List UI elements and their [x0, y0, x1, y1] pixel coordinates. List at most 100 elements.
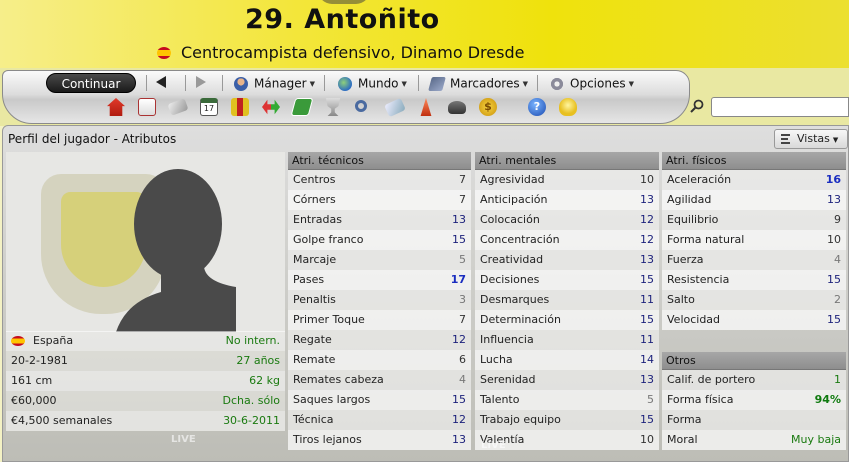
- attribute-row[interactable]: Talento 5: [475, 390, 659, 410]
- attribute-name: Penaltis: [293, 293, 336, 306]
- search-players-icon[interactable]: [355, 100, 367, 112]
- attribute-name: Agresividad: [480, 173, 545, 186]
- attribute-row[interactable]: Centros 7: [288, 170, 471, 190]
- attribute-name: Pases: [293, 273, 325, 286]
- attribute-row[interactable]: Agilidad 13: [662, 190, 846, 210]
- attribute-row[interactable]: Córners 7: [288, 190, 471, 210]
- chevron-down-icon: ▼: [309, 79, 315, 88]
- attribute-value: 94%: [814, 393, 841, 406]
- forward-arrow-icon[interactable]: [196, 76, 206, 88]
- attribute-value: 13: [827, 193, 841, 206]
- attribute-value: 7: [459, 313, 466, 326]
- attribute-row[interactable]: Saques largos 15: [288, 390, 471, 410]
- attribute-row[interactable]: Determinación 15: [475, 310, 659, 330]
- tip-icon[interactable]: [559, 98, 577, 116]
- attribute-row[interactable]: Técnica 12: [288, 410, 471, 430]
- other-attributes: Otros Calif. de portero 1 Forma física 94% F…: [662, 352, 846, 450]
- attribute-row[interactable]: Forma física 94%: [662, 390, 846, 410]
- menu-bookmarks[interactable]: Marcadores ▼: [428, 76, 528, 91]
- attribute-row[interactable]: Velocidad 15: [662, 310, 846, 330]
- attribute-row[interactable]: Concentración 12: [475, 230, 659, 250]
- attribute-name: Remate: [293, 353, 336, 366]
- technical-header: Atri. técnicos: [288, 152, 471, 170]
- attribute-row[interactable]: Forma natural 10: [662, 230, 846, 250]
- continue-button[interactable]: Continuar: [46, 73, 136, 93]
- attribute-value: 3: [459, 293, 466, 306]
- attribute-row[interactable]: Colocación 12: [475, 210, 659, 230]
- attribute-name: Remates cabeza: [293, 373, 384, 386]
- search-input[interactable]: [711, 97, 849, 117]
- attribute-row[interactable]: Anticipación 13: [475, 190, 659, 210]
- attribute-row[interactable]: Trabajo equipo 15: [475, 410, 659, 430]
- attribute-value: 15: [452, 393, 466, 406]
- player-profile-panel: Perfil del jugador - Atributos Vistas ▼ E…: [2, 125, 849, 462]
- attribute-name: Influencia: [480, 333, 534, 346]
- squad-icon[interactable]: [231, 98, 249, 116]
- attribute-value: 15: [640, 273, 654, 286]
- attribute-value: 7: [459, 173, 466, 186]
- attribute-name: Velocidad: [667, 313, 721, 326]
- attribute-value: 12: [452, 413, 466, 426]
- attribute-row[interactable]: Fuerza 4: [662, 250, 846, 270]
- search-icon[interactable]: [690, 99, 704, 113]
- attribute-name: Calif. de portero: [667, 373, 756, 386]
- calendar-icon[interactable]: 17: [200, 98, 218, 116]
- attribute-row[interactable]: Creatividad 13: [475, 250, 659, 270]
- market-value: €60,000: [11, 394, 57, 407]
- attribute-row[interactable]: Salto 2: [662, 290, 846, 310]
- attribute-row[interactable]: Remate 6: [288, 350, 471, 370]
- attribute-row[interactable]: Agresividad 10: [475, 170, 659, 190]
- attribute-row[interactable]: Golpe franco 15: [288, 230, 471, 250]
- attribute-row[interactable]: Pases 17: [288, 270, 471, 290]
- spain-flag-icon: [11, 336, 25, 346]
- finances-icon[interactable]: $: [479, 98, 497, 116]
- attribute-row[interactable]: Resistencia 15: [662, 270, 846, 290]
- mail-icon[interactable]: [138, 98, 156, 116]
- attribute-row[interactable]: Equilibrio 9: [662, 210, 846, 230]
- info-row-value: €60,000 Dcha. sólo: [6, 391, 285, 411]
- weight: 62 kg: [249, 374, 280, 387]
- toolbar-divider: [418, 75, 419, 91]
- attribute-row[interactable]: Tiros lejanos 13: [288, 430, 471, 450]
- help-icon[interactable]: ?: [528, 98, 546, 116]
- attribute-value: 15: [827, 273, 841, 286]
- age: 27 años: [236, 354, 280, 367]
- attribute-row[interactable]: Moral Muy baja: [662, 430, 846, 450]
- attribute-row[interactable]: Primer Toque 7: [288, 310, 471, 330]
- attribute-row[interactable]: Penaltis 3: [288, 290, 471, 310]
- nationality-label: España: [33, 334, 74, 347]
- attribute-row[interactable]: Desmarques 11: [475, 290, 659, 310]
- others-list: Calif. de portero 1 Forma física 94% Forma Mo…: [662, 370, 846, 450]
- attribute-name: Trabajo equipo: [480, 413, 561, 426]
- attribute-row[interactable]: Regate 12: [288, 330, 471, 350]
- attribute-row[interactable]: Forma: [662, 410, 846, 430]
- attribute-row[interactable]: Entradas 13: [288, 210, 471, 230]
- attribute-value: 17: [450, 273, 466, 286]
- toolbar-divider: [146, 75, 147, 91]
- player-info: España No intern. 20-2-1981 27 años 161 …: [6, 331, 285, 431]
- menu-options[interactable]: Opciones ▼: [550, 76, 634, 91]
- attribute-row[interactable]: Remates cabeza 4: [288, 370, 471, 390]
- menu-world[interactable]: Mundo ▼: [338, 76, 407, 91]
- attribute-name: Decisiones: [480, 273, 540, 286]
- attribute-name: Técnica: [293, 413, 334, 426]
- attribute-name: Creatividad: [480, 253, 544, 266]
- attribute-row[interactable]: Marcaje 5: [288, 250, 471, 270]
- attribute-row[interactable]: Lucha 14: [475, 350, 659, 370]
- attribute-name: Equilibrio: [667, 213, 719, 226]
- attribute-row[interactable]: Calif. de portero 1: [662, 370, 846, 390]
- attribute-row[interactable]: Influencia 11: [475, 330, 659, 350]
- attribute-row[interactable]: Aceleración 16: [662, 170, 846, 190]
- scouting-icon[interactable]: [448, 101, 466, 114]
- player-photo: [6, 152, 285, 332]
- back-arrow-icon[interactable]: [156, 76, 166, 88]
- menu-manager[interactable]: Mánager ▼: [234, 76, 315, 91]
- toolbar-divider: [537, 75, 538, 91]
- attribute-value: 1: [834, 373, 841, 386]
- technical-attributes: Atri. técnicos Centros 7 Córners 7 Entradas 1…: [288, 152, 471, 450]
- globe-icon: [338, 76, 352, 91]
- attribute-row[interactable]: Decisiones 15: [475, 270, 659, 290]
- attribute-row[interactable]: Serenidad 13: [475, 370, 659, 390]
- player-position-club[interactable]: Centrocampista defensivo, Dinamo Dresde: [181, 43, 524, 62]
- views-button[interactable]: Vistas ▼: [774, 129, 848, 149]
